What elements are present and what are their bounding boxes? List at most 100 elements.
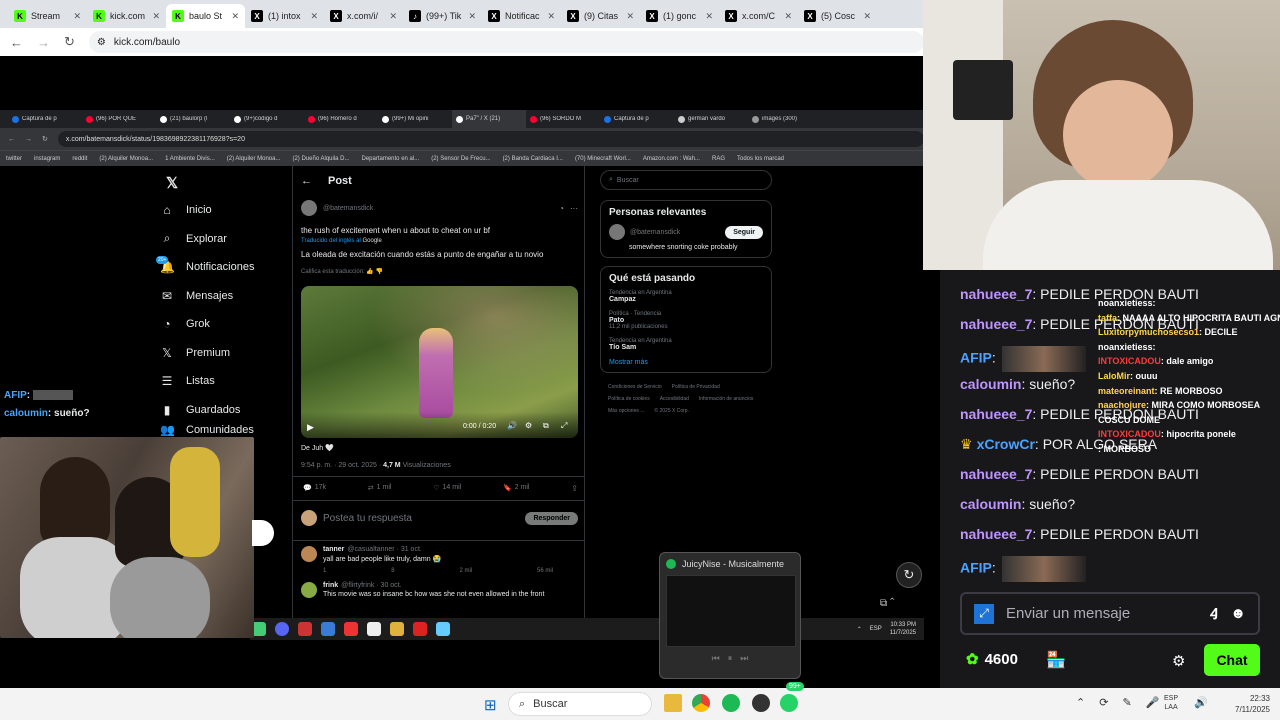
app-tray-icon[interactable]: ⟳	[1099, 696, 1108, 709]
nav-bookmarks[interactable]: ▮ Guardados	[160, 396, 290, 425]
x-logo-icon[interactable]: 𝕏	[166, 174, 178, 192]
outer-tab[interactable]: Kbaulo St ✕	[166, 4, 245, 28]
footer-link[interactable]: Política de Privacidad	[672, 381, 720, 393]
thumbs-down-icon[interactable]: 👎	[376, 269, 383, 275]
app-icon[interactable]	[321, 622, 335, 636]
reply-input[interactable]: Postea tu respuesta	[323, 513, 519, 524]
nav-messages[interactable]: ✉ Mensajes	[160, 282, 290, 311]
inner-url-field[interactable]: x.com/batemansdick/status/19836989223811…	[57, 131, 924, 147]
inner-back-icon[interactable]: ←	[8, 136, 15, 143]
inner-tab[interactable]: images (300)	[748, 115, 822, 123]
reply-name[interactable]: tanner	[323, 546, 344, 553]
relevant-person[interactable]: @batemansdick Seguir	[609, 224, 763, 240]
pen-icon[interactable]: ✎	[1122, 696, 1131, 709]
bookmark-item[interactable]: Todos los marcad	[737, 156, 784, 162]
tab-close-icon[interactable]: ✕	[468, 11, 476, 22]
input-language[interactable]: ESP LAA	[1164, 694, 1178, 712]
tab-close-icon[interactable]: ✕	[310, 11, 318, 22]
file-explorer-icon[interactable]	[664, 694, 682, 712]
bookmark-item[interactable]: 1 Ambiente Divis...	[165, 156, 215, 162]
chat-username[interactable]: AFIP	[960, 560, 992, 576]
footer-link[interactable]: Política de cookies	[608, 393, 650, 405]
trend-item[interactable]: Política · Tendencia Pato 11,2 mil publica…	[609, 311, 763, 330]
forward-icon[interactable]: →	[37, 35, 50, 50]
bookmark-item[interactable]: (2) Dueño Alquila D...	[292, 156, 349, 162]
post-stat[interactable]: 🔖 2 mil	[503, 484, 530, 493]
play-icon[interactable]: ▶	[307, 422, 314, 433]
tray-arrow-icon[interactable]: ⌃	[857, 626, 862, 633]
reload-icon[interactable]: ↻	[64, 34, 75, 50]
post-stat[interactable]: ♡ 14 mil	[433, 484, 461, 493]
opera-icon[interactable]	[413, 622, 427, 636]
chat-username[interactable]: nahueee_7	[960, 316, 1032, 332]
windows-start-icon[interactable]: ⊞	[484, 696, 497, 714]
outer-tab[interactable]: Xx.com/i/ ✕	[324, 4, 403, 28]
footer-link[interactable]: Accesibilidad	[660, 393, 689, 405]
outer-tab[interactable]: X Notificac ✕	[482, 4, 561, 28]
discord-icon[interactable]	[275, 622, 289, 636]
emote-picker-icon[interactable]: ⤢	[974, 603, 994, 624]
trend-item[interactable]: Tendencia en Argentina Campaz	[609, 290, 763, 303]
outer-tab[interactable]: X (1) intox ✕	[245, 4, 324, 28]
nav-explore[interactable]: ⌕ Explorar	[160, 225, 290, 254]
x-search-input[interactable]: ⌕ Buscar	[600, 170, 772, 190]
tab-close-icon[interactable]: ✕	[73, 11, 81, 22]
inner-forward-icon[interactable]: →	[25, 136, 32, 143]
obs-icon[interactable]	[752, 694, 770, 712]
app-icon[interactable]	[252, 622, 266, 636]
trend-item[interactable]: Tendencia en Argentina Tío Sam	[609, 338, 763, 351]
nav-notifications[interactable]: 🔔 20+ Notificaciones	[156, 253, 290, 282]
nav-grok[interactable]: ◔ Grok	[160, 310, 290, 339]
author-avatar[interactable]	[301, 200, 317, 216]
translate-icon[interactable]: Ꜭ	[1210, 604, 1218, 624]
chat-username[interactable]: nahueee_7	[960, 286, 1032, 302]
refresh-fab-icon[interactable]: ↻	[896, 562, 922, 588]
back-arrow-icon[interactable]: ←	[301, 175, 312, 187]
reply-item[interactable]: frink @flirtyfrink · 30 oct. This movie wa…	[301, 582, 578, 598]
chat-username[interactable]: nahueee_7	[960, 526, 1032, 542]
inner-tab[interactable]: (99+) Mi opini	[378, 115, 452, 123]
nav-home[interactable]: ⌂ Inicio	[160, 196, 290, 225]
volume-icon[interactable]: 🔊	[507, 421, 517, 430]
post-stat[interactable]: ⇄ 1 mil	[368, 484, 392, 493]
inner-tab[interactable]: (96) Homero d	[304, 115, 378, 123]
bookmark-item[interactable]: Departamento en al...	[362, 156, 420, 162]
outer-tab[interactable]: X (1) gonc ✕	[640, 4, 719, 28]
channel-points[interactable]: ✿ 4600	[966, 650, 1018, 669]
tab-close-icon[interactable]: ✕	[152, 11, 160, 22]
pause-icon[interactable]: ⏸	[728, 653, 733, 664]
scroll-controls-icon[interactable]: ⧉ ⌃	[880, 598, 895, 609]
tab-close-icon[interactable]: ✕	[863, 11, 871, 22]
tab-close-icon[interactable]: ✕	[784, 11, 792, 22]
relevant-avatar[interactable]	[609, 224, 625, 240]
app-icon[interactable]	[367, 622, 381, 636]
chat-username[interactable]: nahueee_7	[960, 406, 1032, 422]
bookmark-item[interactable]: reddit	[72, 156, 87, 162]
my-avatar[interactable]	[301, 510, 317, 526]
chrome-icon[interactable]	[692, 694, 710, 712]
reply-stat[interactable]: 56 mil	[537, 568, 553, 574]
bookmark-item[interactable]: (2) Banda Cardiaca I...	[503, 156, 563, 162]
post-video[interactable]: ▶ 0:00 / 0:20 🔊 ⚙ ⧉ ⤢	[301, 286, 578, 438]
outer-tab[interactable]: X (5) Cosc ✕	[798, 4, 877, 28]
author-handle[interactable]: @batemansdick	[323, 205, 373, 212]
app-icon[interactable]	[436, 622, 450, 636]
windows-clock[interactable]: 22:33 7/11/2025	[1214, 693, 1270, 715]
footer-link[interactable]: © 2025 X Corp.	[654, 405, 689, 417]
more-icon[interactable]: ···	[570, 204, 578, 213]
translated-from[interactable]: Traducido del inglés al Google	[301, 238, 382, 244]
bookmark-item[interactable]: (70) Minecraft Worl...	[575, 156, 631, 162]
settings-gear-icon[interactable]: ⚙	[1172, 652, 1185, 670]
reply-button[interactable]: Responder	[525, 511, 578, 525]
inner-reload-icon[interactable]: ↻	[42, 135, 48, 143]
whatsapp-icon[interactable]	[780, 694, 798, 712]
bookmark-item[interactable]: (2) Alquiler Monoa...	[99, 156, 153, 162]
inner-tab[interactable]: (96) POR QUÉ	[82, 115, 156, 123]
chat-username[interactable]: xCrowCr	[977, 436, 1035, 452]
app-icon[interactable]	[344, 622, 358, 636]
outer-tab[interactable]: Xx.com/C ✕	[719, 4, 798, 28]
chat-username[interactable]: caloumin	[960, 496, 1021, 512]
tab-close-icon[interactable]: ✕	[231, 11, 239, 22]
post-stat[interactable]: 💬 17k	[303, 484, 326, 493]
bookmark-item[interactable]: Amazon.com : Wah...	[643, 156, 700, 162]
